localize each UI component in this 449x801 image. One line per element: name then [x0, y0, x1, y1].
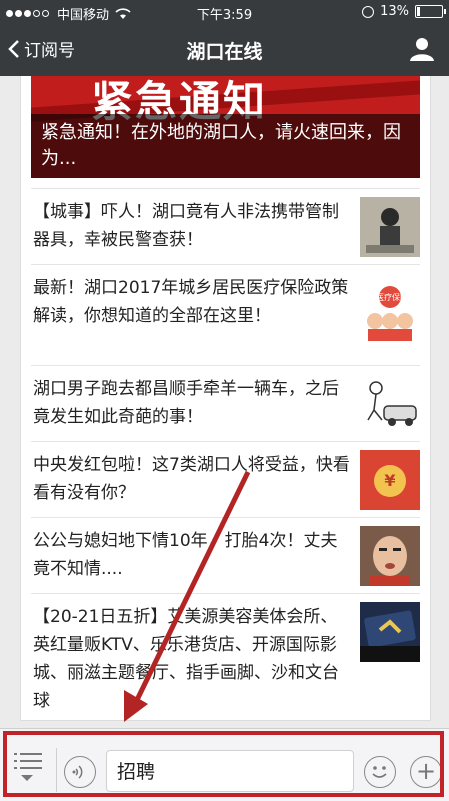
article-item[interactable]: 公公与媳妇地下情10年，打胎4次！丈夫竟不知情.... — [31, 517, 420, 593]
car-cartoon-icon — [360, 374, 420, 434]
article-title: 【城事】吓人！湖口竟有人非法携带管制器具，幸被民警查获！ — [33, 202, 339, 250]
article-item[interactable]: 最新！湖口2017年城乡居民医疗保险政策解读，你想知道的全部在这里！ 医疗保险 — [31, 264, 420, 365]
article-title: 最新！湖口2017年城乡居民医疗保险政策解读，你想知道的全部在这里！ — [33, 278, 349, 326]
battery-percent: 13% — [380, 4, 409, 19]
red-envelope-icon: ¥ — [360, 450, 420, 510]
page-title: 湖口在线 — [186, 41, 263, 63]
rotation-lock-icon — [362, 5, 375, 18]
hero-caption: 紧急通知！在外地的湖口人，请火速回来，因为... — [31, 114, 420, 178]
article-item[interactable]: 【20-21日五折】艾美源美容美体会所、英红量贩KTV、乐乐港货店、开源国际影城… — [31, 593, 420, 720]
article-card: 紧急通知 紧急通知！在外地的湖口人，请火速回来，因为... 【城事】吓人！湖口竟… — [20, 76, 431, 721]
hero-article[interactable]: 紧急通知 紧急通知！在外地的湖口人，请火速回来，因为... — [31, 76, 420, 178]
article-item[interactable]: 中央发红包啦！这7类湖口人将受益，快看看有没有你？ ¥ — [31, 441, 420, 517]
yuan-coin: ¥ — [374, 465, 406, 497]
user-profile-icon[interactable] — [409, 36, 435, 62]
article-title: 中央发红包啦！这7类湖口人将受益，快看看有没有你？ — [33, 455, 350, 503]
highlight-box — [3, 731, 444, 797]
thumb-label: 医疗保险 — [376, 293, 408, 302]
face-photo-icon — [360, 526, 420, 586]
article-item[interactable]: 【城事】吓人！湖口竟有人非法携带管制器具，幸被民警查获！ — [31, 188, 420, 264]
person-photo-icon — [360, 197, 420, 257]
article-title: 湖口男子跑去都昌顺手牵羊一辆车，之后竟发生如此奇葩的事！ — [33, 379, 339, 427]
nav-bar: 订阅号 湖口在线 — [0, 24, 449, 76]
article-item[interactable]: 湖口男子跑去都昌顺手牵羊一辆车，之后竟发生如此奇葩的事！ — [31, 365, 420, 441]
ticket-photo-icon — [360, 602, 420, 662]
article-title: 【20-21日五折】艾美源美容美体会所、英红量贩KTV、乐乐港货店、开源国际影城… — [33, 607, 339, 711]
status-bar: 中国移动 下午3:59 13% — [0, 0, 449, 24]
article-title: 公公与媳妇地下情10年，打胎4次！丈夫竟不知情.... — [33, 531, 338, 579]
battery-icon — [415, 5, 446, 18]
